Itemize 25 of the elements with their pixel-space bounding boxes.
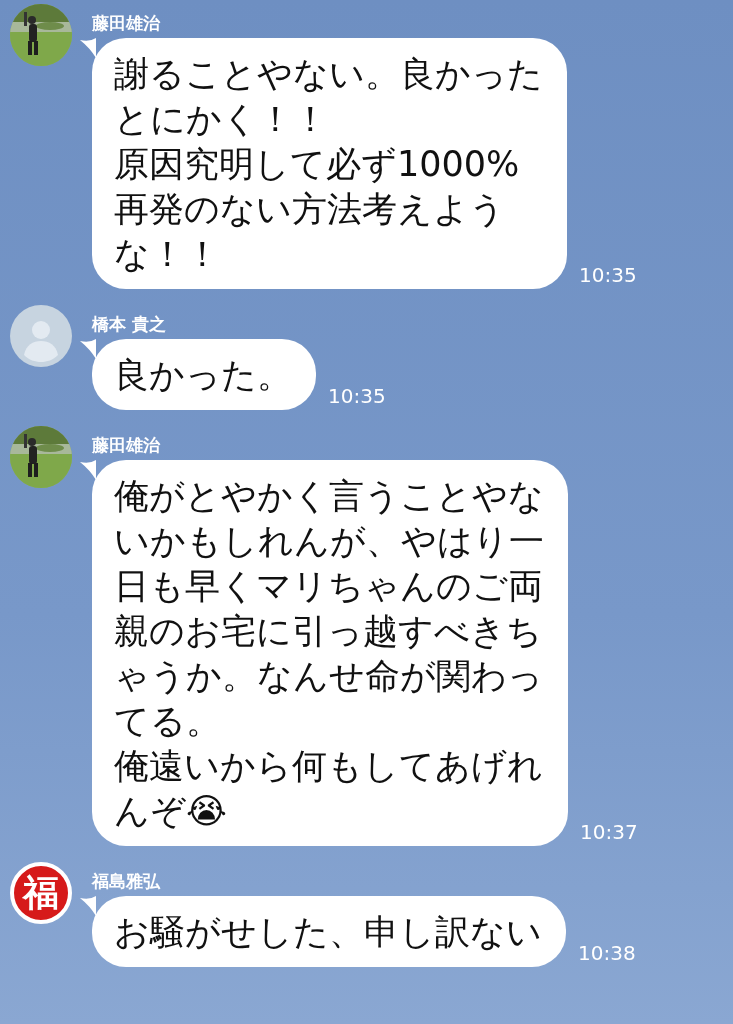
- message-text: 俺遠いから何もしてあげれ: [114, 745, 544, 788]
- message-text: 親のお宅に引っ越すべきち: [114, 610, 543, 653]
- message-text: お騒がせした、申し訳ない: [114, 911, 542, 954]
- avatar-silhouette-icon: [10, 305, 72, 367]
- message-text: な！！: [114, 233, 221, 276]
- message-text: 再発のない方法考えよう: [114, 188, 506, 231]
- message-text: 俺がとやかく言うことやな: [114, 475, 544, 518]
- message-text: 日も早くマリちゃんのご両: [114, 565, 544, 608]
- sender-name: 橋本 貴之: [91, 313, 167, 335]
- message-text: んぞ😭: [114, 790, 228, 833]
- message-time: 10:37: [580, 820, 638, 846]
- message-text: ゃうか。なんせ命が関わっ: [114, 655, 544, 698]
- message-time: 10:35: [328, 384, 386, 410]
- message-text: てる。: [114, 700, 222, 743]
- avatar-glyph: 福: [10, 862, 72, 924]
- message-text: いかもしれんが、やはり一: [114, 520, 544, 563]
- message-time: 10:38: [578, 941, 636, 967]
- message-time: 10:35: [579, 263, 637, 289]
- sender-name: 福島雅弘: [90, 870, 162, 892]
- message-text: 良かった。: [114, 354, 292, 397]
- message-text: 原因究明して必ず1000%: [114, 143, 521, 186]
- sender-name: 藤田雄治: [91, 12, 161, 34]
- message-text: 謝ることやない。良かった: [114, 53, 543, 96]
- message-text: とにかく！！: [114, 98, 329, 141]
- sender-name: 藤田雄治: [91, 434, 161, 456]
